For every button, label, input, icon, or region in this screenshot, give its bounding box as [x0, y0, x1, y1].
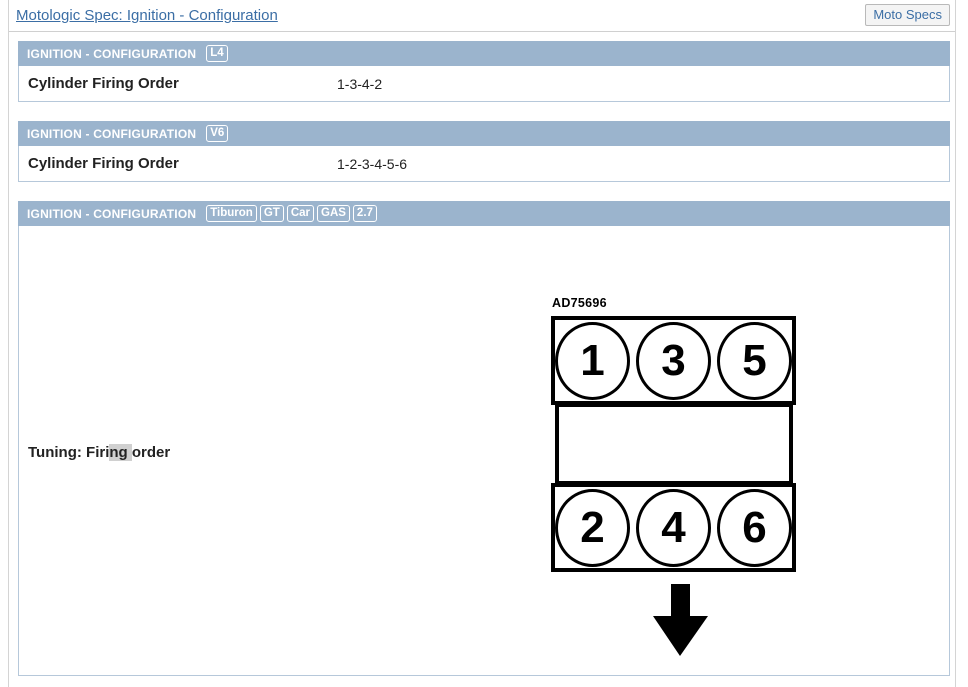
- spec-label-firing-order: Cylinder Firing Order: [28, 155, 179, 172]
- panel-header-l4: IGNITION - CONFIGURATION L4: [18, 41, 950, 66]
- cylinder-5: 5: [717, 321, 792, 400]
- panel-badges: L4: [206, 45, 228, 62]
- badge-fuel-gas[interactable]: GAS: [317, 205, 350, 222]
- cylinder-1: 1: [555, 321, 630, 400]
- spec-panel-v6: IGNITION - CONFIGURATION V6 Cylinder Fir…: [18, 121, 950, 182]
- firing-order-diagram: AD75696 1 3 5 2 4 6: [534, 296, 796, 656]
- table-row: Cylinder Firing Order 1-2-3-4-5-6: [19, 146, 949, 181]
- title-bar: Motologic Spec: Ignition - Configuration…: [0, 0, 968, 33]
- spec-label-firing-order: Cylinder Firing Order: [28, 75, 179, 92]
- panel-body-l4: Cylinder Firing Order 1-3-4-2: [18, 66, 950, 102]
- arrow-head: [653, 616, 708, 656]
- panel-badges: V6: [206, 125, 229, 142]
- cylinder-6: 6: [717, 488, 792, 567]
- cylinder-2: 2: [555, 488, 630, 567]
- badge-type-car[interactable]: Car: [286, 205, 314, 222]
- cylinder-bank-top: 1 3 5: [551, 316, 796, 405]
- moto-specs-button[interactable]: Moto Specs: [865, 4, 950, 26]
- badge-displacement[interactable]: 2.7: [352, 205, 377, 222]
- page-left-rule: [8, 0, 9, 687]
- tuning-label-after: order: [131, 444, 171, 461]
- title-divider: [9, 31, 955, 32]
- cylinder-bank-bottom: 2 4 6: [551, 483, 796, 572]
- table-row: Cylinder Firing Order 1-3-4-2: [19, 66, 949, 101]
- badge-engine-l4[interactable]: L4: [206, 45, 228, 62]
- tuning-firing-order-label: Tuning: Firing order: [28, 444, 170, 461]
- badge-engine-v6[interactable]: V6: [206, 125, 229, 142]
- panel-header-v6: IGNITION - CONFIGURATION V6: [18, 121, 950, 146]
- panel-header-title: IGNITION - CONFIGURATION: [27, 46, 197, 61]
- panel-body-v6: Cylinder Firing Order 1-2-3-4-5-6: [18, 146, 950, 182]
- badge-trim-gt[interactable]: GT: [259, 205, 284, 222]
- engine-block-middle: [555, 403, 793, 485]
- spec-panel-l4: IGNITION - CONFIGURATION L4 Cylinder Fir…: [18, 41, 950, 102]
- spec-panel-tuning: IGNITION - CONFIGURATION Tiburon GT Car …: [18, 201, 950, 676]
- page-title-link[interactable]: Motologic Spec: Ignition - Configuration: [16, 7, 278, 24]
- panel-header-title: IGNITION - CONFIGURATION: [27, 206, 197, 221]
- panel-header-title: IGNITION - CONFIGURATION: [27, 126, 197, 141]
- arrow-down-icon: [653, 584, 708, 656]
- spec-value-firing-order: 1-3-4-2: [337, 75, 383, 92]
- spec-value-firing-order: 1-2-3-4-5-6: [337, 155, 408, 172]
- cylinder-3: 3: [636, 321, 711, 400]
- diagram-code-label: AD75696: [552, 296, 607, 310]
- page-root: Motologic Spec: Ignition - Configuration…: [0, 0, 968, 687]
- tuning-label-before: Tuning: Firi: [28, 444, 110, 461]
- cylinder-4: 4: [636, 488, 711, 567]
- panel-badges: Tiburon GT Car GAS 2.7: [206, 205, 377, 222]
- tuning-label-highlight: ng: [109, 444, 132, 461]
- panel-header-tuning: IGNITION - CONFIGURATION Tiburon GT Car …: [18, 201, 950, 226]
- page-right-rule: [955, 0, 956, 687]
- panel-body-tuning: Tuning: Firing order AD75696 1 3 5 2 4 6: [18, 226, 950, 676]
- badge-model-tiburon[interactable]: Tiburon: [206, 205, 257, 222]
